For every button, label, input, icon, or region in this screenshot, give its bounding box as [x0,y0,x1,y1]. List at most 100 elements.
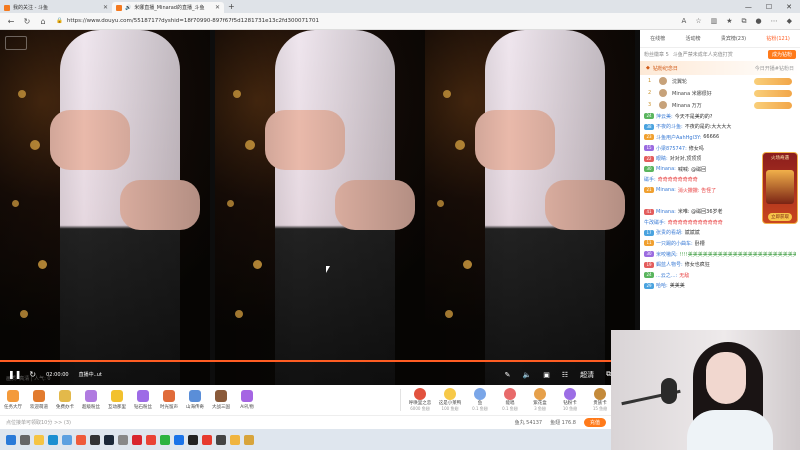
refresh-stream-icon[interactable]: ↻ [29,370,36,379]
chat-username[interactable]: 米咬嗷风: [656,251,678,258]
chat-username[interactable]: 牛改磁手: [644,219,666,226]
steam-icon[interactable] [104,434,114,445]
app-icon[interactable] [146,434,156,445]
copilot-icon[interactable]: ◆ [787,17,792,26]
netease-icon[interactable] [132,434,142,445]
gift-item[interactable]: 呼唤里之恋 6000 鱼翅 [405,388,435,412]
chat-username[interactable]: 眼睛: [656,155,668,162]
chat-username[interactable]: 哈哈: [656,282,668,289]
tab-live-room[interactable]: 🔊 米娜直播_Minarad的直播_斗鱼 ✕ [112,2,224,13]
rank-row[interactable]: 3 Minana 万万 [640,99,800,111]
split-screen-icon[interactable]: ▥ [711,17,718,26]
tab-online-rank[interactable]: 在线榜 [650,35,665,42]
app-icon[interactable] [202,434,212,445]
gift-item[interactable]: 互动那里 [104,390,130,410]
new-tab-icon[interactable]: + [228,2,235,11]
wechat-icon[interactable] [160,434,170,445]
volume-icon[interactable]: 🔈 [522,371,531,379]
user-level-badge: 29 [644,282,654,289]
chat-text: 修女也疯狂 [684,262,710,269]
app-icon[interactable] [174,434,184,445]
app-icon[interactable] [216,434,226,445]
gift-item[interactable]: 免费办卡 [52,390,78,410]
chat-username[interactable]: ...云之...: [656,272,677,279]
quality-button[interactable]: 超清 [580,370,594,380]
chat-username[interactable]: 斗鱼用户AahHgl3Y: [656,134,701,141]
close-tab-icon[interactable]: ✕ [215,4,220,11]
gift-item[interactable]: 紫花盒 3 鱼翅 [525,388,555,412]
gift-item[interactable]: 山海传奇 [182,390,208,410]
store-icon[interactable] [62,434,72,445]
pause-icon[interactable]: ❚❚ [8,370,21,379]
search-icon[interactable] [20,434,30,445]
gift-item[interactable]: AI礼物 [234,390,260,410]
start-icon[interactable] [6,434,16,445]
promo-banner[interactable]: 火场奇遇 立即获取 [762,152,798,224]
app-icon[interactable] [244,434,254,445]
gift-item[interactable]: 任务大厅 [0,390,26,410]
rank-row[interactable]: 2 Minana 米娜很好 [640,87,800,99]
gift-item[interactable]: 时光留声 [156,390,182,410]
chat-username[interactable]: Minana: [656,166,676,172]
favorite-star-icon[interactable]: ☆ [695,17,701,26]
become-diamond-fan-button[interactable]: 成为钻粉 [767,50,796,59]
collections-icon[interactable]: ⧉ [742,17,747,26]
close-window-icon[interactable]: ✕ [786,3,792,11]
chat-username[interactable]: 蝎蓝人物号: [656,261,683,268]
sing-gift-icon [504,388,516,400]
gift-item[interactable]: 大战三国 [208,390,234,410]
user-level-badge: 41 [644,208,654,215]
gift-item[interactable]: 钻粉卡 10 鱼翅 [555,388,585,412]
edge-icon[interactable] [48,434,58,445]
diamond-card-icon [564,388,576,400]
terminal-icon[interactable] [90,434,100,445]
tab-diamond-fans[interactable]: 钻粉(121) [766,35,789,42]
fan-day-banner[interactable]: ◆ 钻粉纪念日 今日开播#钻粉日 [640,61,800,75]
tab-my-follows[interactable]: 我的关注 - 斗鱼 ✕ [0,2,112,13]
speaker-icon[interactable]: 🔊 [125,5,131,11]
microphone-icon [661,378,677,404]
chat-username[interactable]: 磁手: [644,176,656,183]
home-icon[interactable]: ⌂ [38,17,48,26]
rank-row[interactable]: 1 沈翼轮 [640,75,800,87]
progress-bar[interactable] [0,360,640,362]
profile-icon[interactable]: ● [756,17,762,26]
gift-item[interactable]: 这是小莱鸭 100 鱼翅 [435,388,465,412]
chat-username[interactable]: Minana: [656,187,676,193]
minimize-icon[interactable]: — [745,3,752,11]
charge-button[interactable]: 充值 [583,418,606,427]
chat-username[interactable]: 张贵的看胡: [656,229,683,236]
chat-username[interactable]: Minana: [656,209,676,215]
gift-item[interactable]: 钻石粉丝 [130,390,156,410]
chat-username[interactable]: 小梁875747: [656,145,687,152]
read-aloud-icon[interactable]: A [682,17,687,26]
gift-item[interactable]: 能唱 0.1 鱼翅 [495,388,525,412]
maximize-icon[interactable]: ☐ [766,3,772,11]
danmaku-edit-icon[interactable]: ✎ [505,371,511,379]
promo-button[interactable]: 立即获取 [768,213,792,221]
favorites-icon[interactable]: ★ [726,17,732,26]
gift-item[interactable]: 超级粉丝 [78,390,104,410]
danmaku-settings-icon[interactable]: ☷ [562,371,568,379]
task-hint-link[interactable]: 点位接单可领取10分 >> (3) [6,419,71,426]
settings-icon[interactable] [118,434,128,445]
tab-vip-rank[interactable]: 贵宾榜(23) [721,35,746,42]
more-icon[interactable]: ⋯ [771,17,778,26]
refresh-icon[interactable]: ↻ [22,17,32,26]
media-icon[interactable] [76,434,86,445]
app-icon[interactable] [230,434,240,445]
url-input[interactable]: 🔒 https://www.douyu.com/5518717?dyshid=1… [56,15,682,27]
back-icon[interactable]: ← [6,17,16,26]
video-player[interactable]: 画质: 高清 | 人气: 0 ❚❚ ↻ 02:00:00 直播中..ut ✎ 🔈… [0,30,640,385]
user-level-badge: 30 [644,251,654,258]
gift-item[interactable]: 鱼 0.1 鱼翅 [465,388,495,412]
file-explorer-icon[interactable] [34,434,44,445]
gift-item[interactable]: 欢迎萌道 [26,390,52,410]
chat-username[interactable]: 萍云美: [656,113,673,120]
chat-username[interactable]: 一只踢的小曲车: [656,240,693,247]
game-icon[interactable] [188,434,198,445]
close-tab-icon[interactable]: ✕ [103,4,108,11]
tab-activity-rank[interactable]: 活动榜 [685,35,700,42]
chat-username[interactable]: 不夜的斗鱼: [656,123,683,130]
danmaku-toggle-icon[interactable]: ▣ [543,371,550,379]
